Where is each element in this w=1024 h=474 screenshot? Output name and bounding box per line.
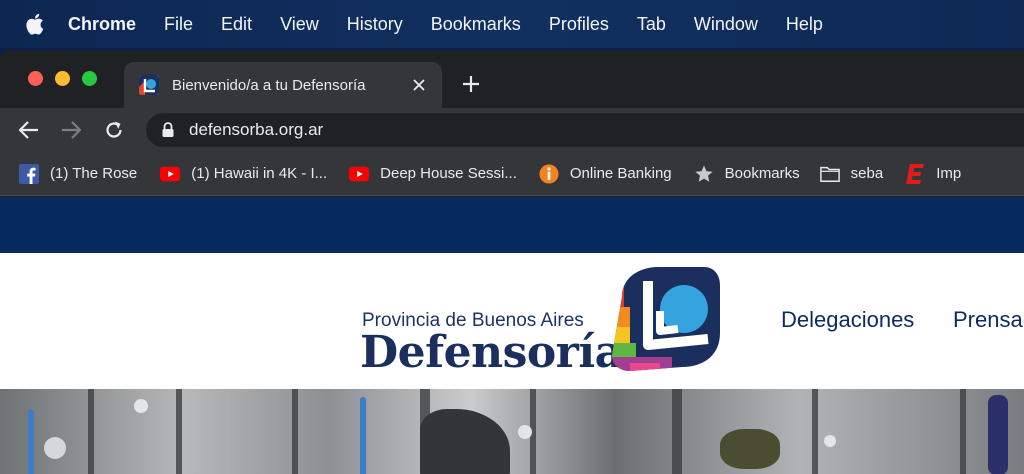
minimize-window-button[interactable]: [55, 71, 70, 86]
bookmark-label: Online Banking: [569, 165, 672, 182]
nav-prensa[interactable]: Prensa: [953, 307, 1023, 333]
bookmark-deep-house[interactable]: Deep House Sessi...: [349, 164, 517, 184]
defensoria-favicon-icon: [139, 75, 159, 95]
web-page: Provincia de Buenos Aires Defensoría Del…: [0, 197, 1024, 474]
defensoria-logo-icon[interactable]: [612, 267, 720, 375]
bookmark-folder-seba[interactable]: seba: [819, 164, 884, 184]
bookmark-label: Deep House Sessi...: [380, 165, 517, 182]
menu-history[interactable]: History: [347, 14, 403, 35]
address-bar[interactable]: defensorba.org.ar: [146, 113, 1024, 147]
menu-tab[interactable]: Tab: [637, 14, 666, 35]
url-text: defensorba.org.ar: [189, 120, 324, 139]
bookmark-label: Bookmarks: [724, 165, 800, 182]
menu-window[interactable]: Window: [694, 14, 758, 35]
bookmark-online-banking[interactable]: Online Banking: [539, 163, 672, 184]
menu-app-name[interactable]: Chrome: [68, 14, 136, 35]
lock-icon[interactable]: [161, 122, 175, 138]
menu-profiles[interactable]: Profiles: [549, 14, 609, 35]
bookmark-label: (1) The Rose: [50, 165, 138, 182]
new-tab-plus-icon[interactable]: [458, 71, 484, 97]
folder-icon: [819, 164, 840, 184]
nav-delegaciones[interactable]: Delegaciones: [781, 307, 914, 333]
bookmark-hawaii[interactable]: (1) Hawaii in 4K - I...: [160, 164, 327, 184]
bookmark-label: seba: [850, 165, 884, 182]
close-window-button[interactable]: [28, 71, 43, 86]
tab-active[interactable]: Bienvenido/a a tu Defensoría: [124, 62, 442, 108]
menu-help[interactable]: Help: [786, 14, 823, 35]
apple-logo-icon[interactable]: [26, 13, 46, 35]
site-header: Provincia de Buenos Aires Defensoría Del…: [0, 253, 1024, 389]
reload-icon[interactable]: [102, 118, 126, 142]
menu-bookmarks[interactable]: Bookmarks: [431, 14, 521, 35]
e-icon: [905, 163, 925, 184]
forward-arrow-icon[interactable]: [59, 118, 83, 142]
bank-icon: [539, 163, 559, 184]
facebook-icon: [19, 163, 39, 184]
star-icon: [694, 164, 714, 184]
youtube-icon: [349, 164, 370, 184]
menu-view[interactable]: View: [280, 14, 319, 35]
zoom-window-button[interactable]: [82, 71, 97, 86]
bookmark-bookmarks[interactable]: Bookmarks: [694, 164, 800, 184]
menu-edit[interactable]: Edit: [221, 14, 252, 35]
bookmarks-bar: (1) The Rose (1) Hawaii in 4K - I... Dee…: [0, 152, 1024, 196]
tab-strip: Bienvenido/a a tu Defensoría: [0, 50, 1024, 108]
hero-image: [0, 389, 1024, 474]
tab-title: Bienvenido/a a tu Defensoría: [172, 76, 366, 94]
macos-menu-bar: Chrome File Edit View History Bookmarks …: [0, 0, 1024, 48]
menu-file[interactable]: File: [164, 14, 193, 35]
bookmark-label: (1) Hawaii in 4K - I...: [191, 165, 328, 182]
back-arrow-icon[interactable]: [17, 118, 41, 142]
bookmark-label: Imp: [936, 165, 962, 182]
bookmark-imp[interactable]: Imp: [905, 163, 962, 184]
youtube-icon: [160, 164, 181, 184]
tab-close-icon[interactable]: [408, 74, 430, 96]
logo-title[interactable]: Defensoría: [360, 327, 623, 378]
site-top-band: [0, 197, 1024, 253]
browser-toolbar: defensorba.org.ar: [0, 108, 1024, 152]
bookmark-the-rose[interactable]: (1) The Rose: [19, 163, 138, 184]
